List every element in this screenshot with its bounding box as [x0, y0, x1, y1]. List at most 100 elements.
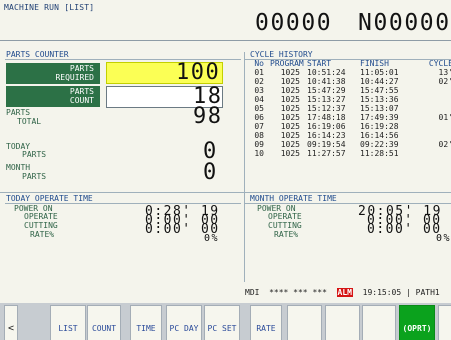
parts-total-label-1: PARTS — [6, 108, 31, 117]
sequence-number: N00000 — [358, 10, 451, 36]
cycle-cell-no: 08 — [254, 131, 264, 140]
cycle-cell-finish: 15:47:55 — [360, 86, 399, 95]
parts-counter-heading: PARTS COUNTER — [6, 50, 69, 59]
program-number: 00000 — [255, 10, 333, 36]
softkey-oprt[interactable]: (OPRT) — [399, 305, 435, 340]
cycle-cell-start: 11:27:57 — [307, 149, 346, 158]
alarm-indicator: ALM — [336, 288, 353, 297]
cycle-cell-finish: 11:28:51 — [360, 149, 399, 158]
month-cutting-value: 0:00' 00 — [367, 222, 442, 237]
today-operate-label: OPERATE — [24, 212, 58, 221]
cnc-screen: MACHINE RUN [LIST] 00000 N00000 PARTS CO… — [0, 0, 451, 340]
cycle-cell-no: 02 — [254, 77, 264, 86]
month-parts-label-1: MONTH — [6, 163, 31, 172]
cycle-cell-start: 16:19:06 — [307, 122, 346, 131]
cycle-cell-finish: 17:49:39 — [360, 113, 399, 122]
cycle-cell-program: 1025 — [280, 68, 300, 77]
cycle-cell-finish: 15:13:07 — [360, 104, 399, 113]
cycle-cell-program: 1025 — [280, 149, 300, 158]
status-stars: **** *** *** — [269, 288, 327, 297]
cycle-cell-program: 1025 — [280, 131, 300, 140]
parts-required-value: 100 — [176, 60, 221, 85]
cycle-cell-start: 15:12:37 — [307, 104, 346, 113]
cycle-cell-no: 07 — [254, 122, 264, 131]
cycle-cell-program: 1025 — [280, 122, 300, 131]
cycle-cell-program: 1025 — [280, 86, 300, 95]
cycle-cell-cycle: 02' — [438, 140, 451, 149]
cycle-cell-finish: 16:14:56 — [360, 131, 399, 140]
cycle-cell-finish: 10:44:27 — [360, 77, 399, 86]
today-parts-label-2: PARTS — [22, 150, 47, 159]
section-divider — [0, 192, 451, 193]
softkey-blank-7[interactable] — [287, 305, 322, 340]
month-rate-label: RATE% — [274, 230, 299, 239]
softkey-time[interactable]: TIME — [130, 305, 162, 340]
today-rate-label: RATE% — [30, 230, 55, 239]
softkey-blank-9[interactable] — [362, 305, 396, 340]
month-parts-value: 0 — [203, 160, 218, 185]
softkey-pc-day[interactable]: PC DAY — [166, 305, 202, 340]
cycle-cell-program: 1025 — [280, 77, 300, 86]
cycle-cell-start: 09:19:54 — [307, 140, 346, 149]
cycle-cell-no: 04 — [254, 95, 264, 104]
cycle-cell-no: 06 — [254, 113, 264, 122]
cycle-cell-program: 1025 — [280, 113, 300, 122]
month-rate-value: 0% — [436, 233, 451, 244]
parts-count-label: PARTS COUNT — [6, 86, 100, 107]
cycle-cell-program: 1025 — [280, 140, 300, 149]
screen-title: MACHINE RUN [LIST] — [4, 3, 95, 12]
cycle-cell-program: 1025 — [280, 95, 300, 104]
softkey-bar: < LIST COUNT TIME PC DAY PC SET RATE (OPRT) — [0, 303, 451, 340]
softkey-list[interactable]: LIST — [50, 305, 86, 340]
col-finish: FINISH — [360, 59, 389, 68]
cycle-cell-start: 15:47:29 — [307, 86, 346, 95]
softkey-blank-8[interactable] — [325, 305, 360, 340]
softkey-count[interactable]: COUNT — [87, 305, 121, 340]
col-cycle: CYCLE — [428, 59, 451, 68]
cycle-cell-cycle: 02' — [438, 77, 451, 86]
status-bar: MDI **** *** *** ALM 19:15:05 | PATH1 — [245, 287, 440, 299]
cycle-cell-finish: 11:05:01 — [360, 68, 399, 77]
parts-required-label: PARTS REQUIRED — [6, 63, 100, 84]
cycle-cell-no: 01 — [254, 68, 264, 77]
cycle-cell-start: 10:51:24 — [307, 68, 346, 77]
separator: | — [405, 288, 411, 297]
cycle-cell-cycle: 13' — [438, 68, 451, 77]
cycle-cell-start: 17:48:18 — [307, 113, 346, 122]
today-operate-heading: TODAY OPERATE TIME — [6, 194, 93, 203]
parts-total-value: 98 — [193, 104, 223, 129]
softkey-pc-set[interactable]: PC SET — [204, 305, 240, 340]
softkey-rate[interactable]: RATE — [250, 305, 282, 340]
title-bar: MACHINE RUN [LIST] 00000 N00000 — [0, 0, 451, 41]
cycle-cell-no: 03 — [254, 86, 264, 95]
cycle-cell-finish: 15:13:36 — [360, 95, 399, 104]
month-operate-label: OPERATE — [268, 212, 302, 221]
cycle-history-table: No PROGRAM START FINISH CYCLE 01 1025 10:5… — [250, 58, 451, 192]
parts-total-label-2: TOTAL — [17, 117, 42, 126]
col-no: No — [254, 59, 264, 68]
cycle-cell-finish: 16:19:28 — [360, 122, 399, 131]
cycle-cell-start: 15:13:27 — [307, 95, 346, 104]
softkey-back[interactable]: < — [4, 305, 18, 340]
cycle-cell-start: 10:41:38 — [307, 77, 346, 86]
cycle-history-row: 10 1025 11:27:57 11:28:51 — [250, 150, 451, 159]
vertical-divider — [244, 52, 245, 282]
month-operate-heading: MONTH OPERATE TIME — [250, 194, 337, 203]
cycle-cell-start: 16:14:23 — [307, 131, 346, 140]
cycle-cell-no: 05 — [254, 104, 264, 113]
month-parts-label-2: PARTS — [22, 172, 47, 181]
col-start: START — [307, 59, 332, 68]
mode-indicator: MDI — [245, 288, 260, 297]
cycle-cell-finish: 09:22:39 — [360, 140, 399, 149]
month-cutting-label: CUTTING — [268, 221, 302, 230]
today-rate-value: 0% — [204, 233, 220, 244]
cycle-cell-program: 1025 — [280, 104, 300, 113]
softkey-blank-11[interactable] — [438, 305, 451, 340]
col-program: PROGRAM — [270, 59, 304, 68]
path-indicator: PATH1 — [415, 288, 440, 297]
cycle-cell-cycle: 01' — [438, 113, 451, 122]
clock: 19:15:05 — [362, 288, 402, 297]
cycle-cell-no: 09 — [254, 140, 264, 149]
cycle-cell-no: 10 — [254, 149, 264, 158]
today-cutting-label: CUTTING — [24, 221, 58, 230]
